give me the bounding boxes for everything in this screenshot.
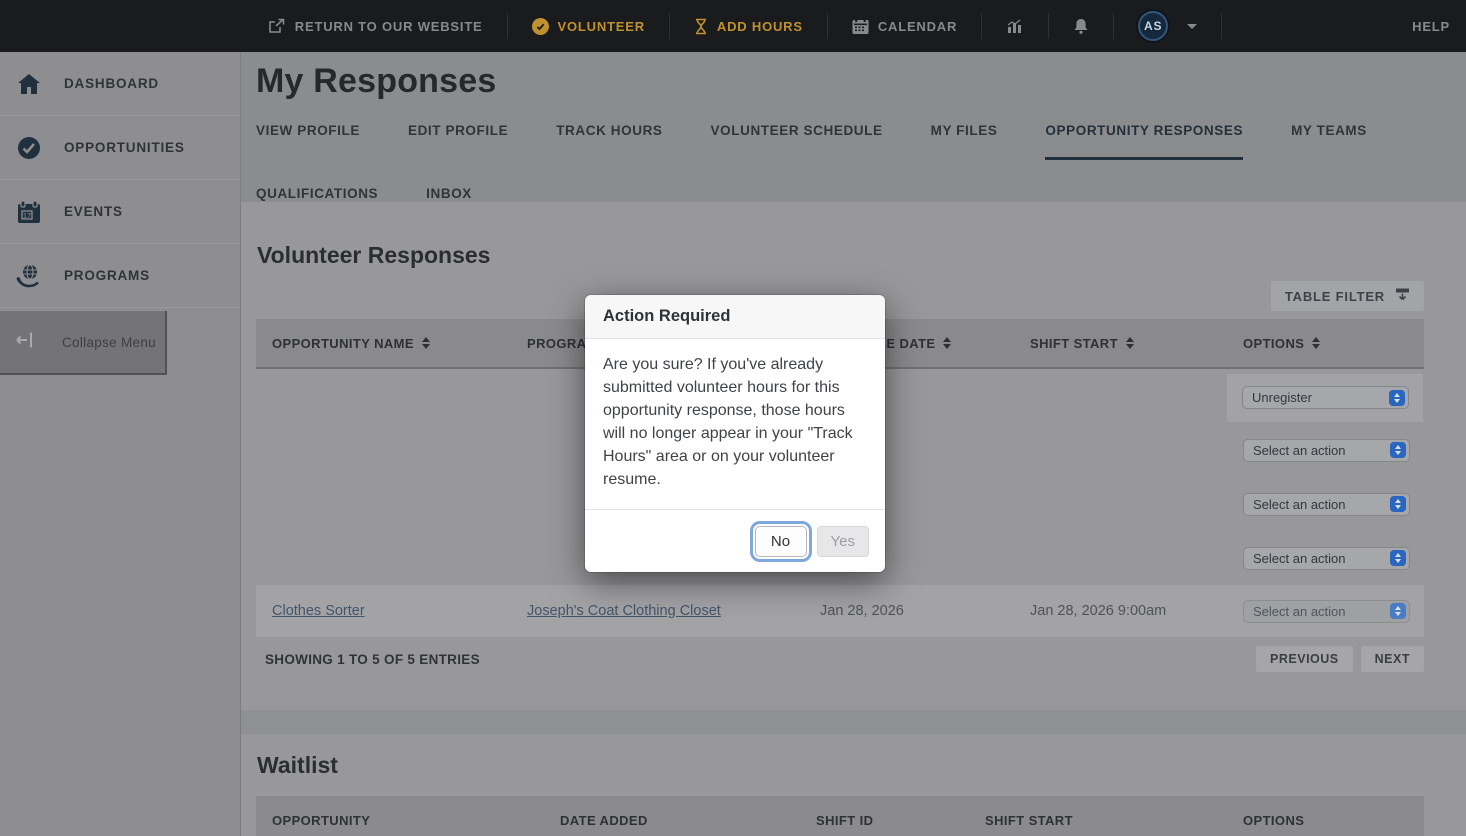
sort-icon	[943, 337, 952, 349]
action-select[interactable]: Select an action	[1243, 599, 1410, 623]
tab-view-profile[interactable]: VIEW PROFILE	[256, 123, 360, 160]
shift-start-cell: Jan 28, 2026 9:00am	[1030, 603, 1167, 619]
calendar-icon	[852, 18, 869, 34]
response-date-cell: Jan 28, 2026	[820, 603, 904, 619]
sort-icon	[1125, 337, 1134, 349]
account-menu[interactable]: AS	[1114, 11, 1221, 41]
notifications-menu-item[interactable]	[1049, 18, 1113, 35]
sidebar-item-label: EVENTS	[64, 204, 123, 219]
add-hours-menu-item[interactable]: ADD HOURS	[670, 18, 827, 35]
program-link[interactable]: Joseph's Coat Clothing Closet	[527, 603, 721, 619]
select-stepper-icon	[1389, 389, 1405, 406]
column-header-date-added[interactable]: DATE ADDED	[544, 796, 800, 836]
check-badge-icon	[16, 136, 42, 160]
next-button[interactable]: NEXT	[1360, 646, 1424, 672]
help-link[interactable]: HELP	[1412, 0, 1450, 52]
profile-tabs-row1: VIEW PROFILE EDIT PROFILE TRACK HOURS VO…	[256, 123, 1466, 160]
select-stepper-icon	[1390, 603, 1406, 619]
action-select[interactable]: Select an action	[1243, 438, 1410, 462]
column-header-opportunity-name[interactable]: OPPORTUNITY NAME	[256, 319, 511, 367]
return-to-website-label: RETURN TO OUR WEBSITE	[294, 18, 483, 34]
avatar[interactable]: AS	[1138, 11, 1169, 41]
svg-text:17: 17	[23, 210, 31, 219]
hourglass-icon	[694, 18, 708, 35]
column-header-shift-id[interactable]: SHIFT ID	[800, 796, 969, 836]
filter-icon	[1395, 287, 1410, 305]
tab-opportunity-responses[interactable]: OPPORTUNITY RESPONSES	[1045, 123, 1244, 160]
external-link-icon	[268, 18, 286, 34]
calendar-label: CALENDAR	[877, 18, 958, 34]
sidebar-item-dashboard[interactable]: DASHBOARD	[0, 52, 240, 116]
action-select[interactable]: Select an action	[1243, 546, 1410, 570]
profile-header: My Responses VIEW PROFILE EDIT PROFILE T…	[241, 52, 1466, 202]
opportunity-link[interactable]: Clothes Sorter	[272, 603, 365, 619]
select-stepper-icon	[1390, 442, 1406, 458]
sidebar: DASHBOARD OPPORTUNITIES 17 EVENTS PROGRA…	[0, 52, 241, 836]
entries-summary: SHOWING 1 TO 5 OF 5 ENTRIES	[265, 651, 480, 667]
dialog-footer: No Yes	[585, 509, 885, 572]
sidebar-item-label: OPPORTUNITIES	[64, 140, 185, 155]
action-select[interactable]: Unregister	[1242, 386, 1409, 409]
calendar-menu-item[interactable]: CALENDAR	[828, 18, 981, 34]
tab-edit-profile[interactable]: EDIT PROFILE	[408, 123, 508, 160]
sidebar-item-label: DASHBOARD	[64, 76, 159, 91]
no-button[interactable]: No	[749, 521, 812, 563]
action-required-dialog: Action Required Are you sure? If you've …	[585, 295, 885, 573]
tab-track-hours[interactable]: TRACK HOURS	[556, 123, 662, 160]
sort-icon	[421, 337, 430, 349]
table-row: Clothes Sorter Joseph's Coat Clothing Cl…	[256, 585, 1424, 637]
sort-icon	[1312, 337, 1321, 349]
column-header-opportunity[interactable]: OPPORTUNITY	[256, 796, 544, 836]
column-header-options[interactable]: OPTIONS	[1227, 796, 1424, 836]
pagination-bar: SHOWING 1 TO 5 OF 5 ENTRIES PREVIOUS NEX…	[256, 637, 1424, 681]
previous-button[interactable]: PREVIOUS	[1256, 646, 1353, 672]
sidebar-item-label: PROGRAMS	[64, 268, 150, 283]
column-header-shift-start[interactable]: SHIFT START	[969, 796, 1227, 836]
calendar-17-icon: 17	[16, 199, 42, 224]
tab-my-teams[interactable]: MY TEAMS	[1291, 123, 1367, 160]
table-filter-button[interactable]: TABLE FILTER	[1270, 281, 1424, 311]
top-navigation-bar: RETURN TO OUR WEBSITE VOLUNTEER ADD HOUR…	[0, 0, 1466, 52]
waitlist-table-header: OPPORTUNITY DATE ADDED SHIFT ID SHIFT ST…	[256, 796, 1424, 836]
yes-button[interactable]: Yes	[816, 526, 869, 558]
table-filter-label: TABLE FILTER	[1284, 288, 1385, 304]
caret-down-icon	[1187, 23, 1198, 29]
column-header-shift-start[interactable]: SHIFT START	[1014, 319, 1227, 367]
bell-icon	[1073, 18, 1089, 35]
collapse-arrow-icon	[16, 331, 36, 354]
dialog-message: Are you sure? If you've already submitte…	[603, 356, 853, 489]
add-hours-label: ADD HOURS	[716, 18, 803, 34]
waitlist-panel: Waitlist OPPORTUNITY DATE ADDED SHIFT ID…	[241, 734, 1466, 836]
sidebar-item-programs[interactable]: PROGRAMS	[0, 244, 240, 308]
select-stepper-icon	[1390, 496, 1406, 512]
home-icon	[16, 73, 42, 95]
volunteer-menu-item[interactable]: VOLUNTEER	[508, 17, 669, 35]
active-action-cell: Unregister	[1227, 373, 1423, 422]
topbar-divider	[1221, 13, 1223, 39]
bar-chart-icon	[1006, 18, 1024, 34]
tab-volunteer-schedule[interactable]: VOLUNTEER SCHEDULE	[711, 123, 883, 160]
reports-menu-item[interactable]	[982, 18, 1048, 34]
column-header-options[interactable]: OPTIONS	[1227, 319, 1424, 367]
volunteer-label: VOLUNTEER	[557, 18, 645, 34]
action-select[interactable]: Select an action	[1243, 492, 1410, 516]
waitlist-heading: Waitlist	[257, 752, 338, 778]
tab-my-files[interactable]: MY FILES	[931, 123, 998, 160]
panel-divider	[241, 710, 1466, 734]
collapse-menu-label: Collapse Menu	[62, 334, 156, 350]
return-to-website-link[interactable]: RETURN TO OUR WEBSITE	[244, 18, 507, 34]
sidebar-item-events[interactable]: 17 EVENTS	[0, 180, 240, 244]
select-stepper-icon	[1390, 550, 1406, 566]
collapse-menu-button[interactable]: Collapse Menu	[0, 311, 167, 375]
page-title: My Responses	[256, 62, 497, 100]
check-circle-icon	[531, 17, 549, 35]
globe-hand-icon	[16, 263, 42, 288]
sidebar-item-opportunities[interactable]: OPPORTUNITIES	[0, 116, 240, 180]
dialog-title: Action Required	[585, 295, 885, 339]
volunteer-responses-heading: Volunteer Responses	[257, 242, 491, 268]
